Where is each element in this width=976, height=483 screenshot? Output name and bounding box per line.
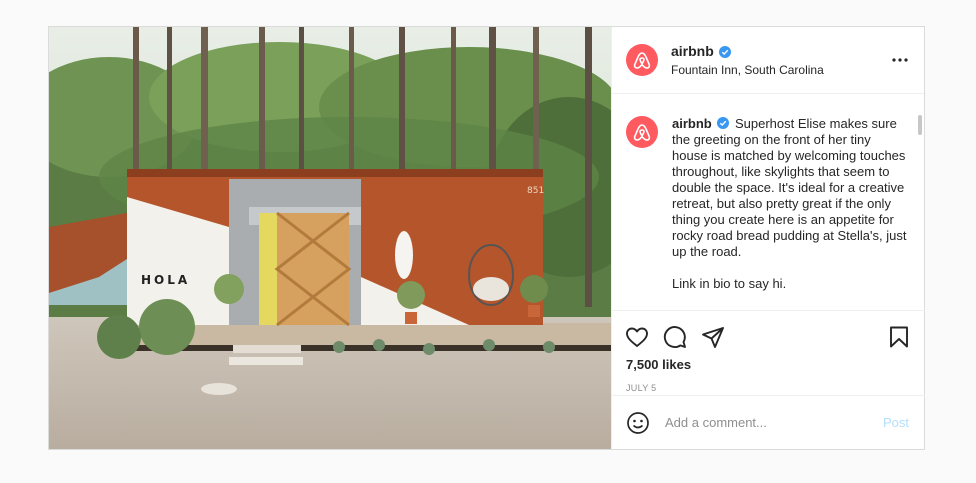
house-number-text: 851 <box>527 186 544 196</box>
post-date[interactable]: JULY 5 <box>612 372 925 393</box>
caption-body: Superhost Elise makes sure the greeting … <box>672 116 907 259</box>
verified-badge-icon <box>718 45 731 58</box>
caption-username-link[interactable]: airbnb <box>672 116 712 131</box>
comment-icon[interactable] <box>663 325 687 349</box>
username-row: airbnb <box>671 43 888 59</box>
caption-link-line: Link in bio to say hi. <box>672 276 787 291</box>
more-options-icon[interactable] <box>888 48 912 72</box>
comment-bar: Post <box>612 395 925 449</box>
verified-badge-icon <box>717 117 730 129</box>
heart-icon[interactable] <box>625 325 649 349</box>
airbnb-logo-icon[interactable] <box>626 44 658 76</box>
emoji-icon[interactable] <box>626 411 650 435</box>
post-comment-button[interactable]: Post <box>883 415 909 430</box>
bookmark-icon[interactable] <box>887 325 911 349</box>
post-header: airbnb Fountain Inn, South Carolina <box>612 27 924 94</box>
post-header-meta: airbnb Fountain Inn, South Carolina <box>671 43 888 77</box>
location-link[interactable]: Fountain Inn, South Carolina <box>671 63 888 77</box>
hola-sign-text: HOLA <box>141 273 190 287</box>
caption-avatar-icon[interactable] <box>626 116 658 148</box>
post-card: HOLA 851 airbnb Fountain Inn, South Caro… <box>48 26 925 450</box>
caption-area: airbnb Superhost Elise makes sure the gr… <box>612 94 925 310</box>
tiny-house-photo: HOLA 851 <box>49 27 611 449</box>
comment-input[interactable] <box>665 415 883 430</box>
caption-paragraph: airbnb Superhost Elise makes sure the gr… <box>672 116 908 260</box>
post-photo[interactable]: HOLA 851 <box>49 27 611 449</box>
caption-scrollbar[interactable] <box>918 115 922 135</box>
action-icon-row <box>612 311 925 351</box>
post-side-panel: airbnb Fountain Inn, South Carolina airb… <box>611 27 925 449</box>
likes-count[interactable]: 7,500 likes <box>612 351 925 372</box>
caption-text: airbnb Superhost Elise makes sure the gr… <box>672 116 908 310</box>
share-icon[interactable] <box>701 325 725 349</box>
header-username-link[interactable]: airbnb <box>671 43 714 59</box>
